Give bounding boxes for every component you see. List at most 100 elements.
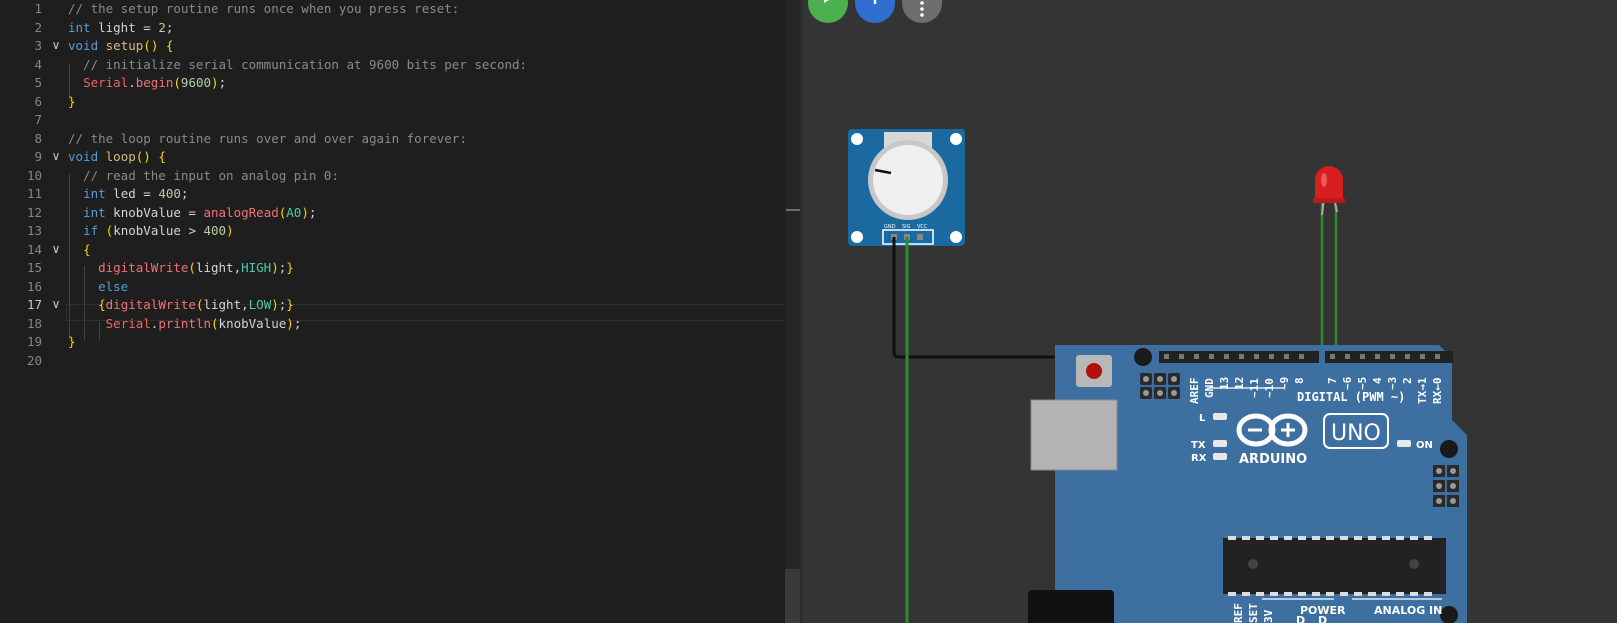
arduino-brand-text: ARDUINO bbox=[1239, 452, 1307, 467]
code-line[interactable]: 15 digitalWrite(light,HIGH);} bbox=[0, 258, 800, 277]
code-line[interactable]: 12 int knobValue = analogRead(A0); bbox=[0, 203, 800, 222]
code-text: {digitalWrite(light,LOW);} bbox=[98, 297, 294, 312]
code-line[interactable]: 11 int led = 400; bbox=[0, 184, 800, 203]
potentiometer[interactable]: GND SIG VCC bbox=[848, 129, 965, 246]
uno-label: UNO bbox=[1331, 421, 1381, 446]
pin-label-7: 7 bbox=[1326, 377, 1339, 384]
wire-led-cathode[interactable] bbox=[1114, 200, 1324, 359]
line-number: 7 bbox=[34, 112, 42, 127]
code-text: void setup() { bbox=[68, 38, 174, 53]
wire-led-anode[interactable] bbox=[1334, 205, 1407, 359]
code-line[interactable]: 3 ∨ void setup() { bbox=[0, 36, 800, 55]
code-line[interactable]: 16 else bbox=[0, 277, 800, 296]
line-number: 16 bbox=[26, 278, 42, 294]
digital-header-label: DIGITAL (PWM ~) bbox=[1297, 390, 1405, 404]
3v3-label: 3V bbox=[1262, 609, 1275, 623]
editor-scrollbar[interactable] bbox=[785, 0, 800, 623]
pin-label-3: ~3 bbox=[1386, 377, 1399, 390]
wire-gnd[interactable] bbox=[892, 237, 1114, 359]
line-number: 15 bbox=[26, 260, 42, 275]
tx-led-label: TX bbox=[1191, 440, 1206, 451]
reset-pin-label: SET bbox=[1247, 603, 1260, 623]
pot-pin-sig-label: SIG bbox=[902, 224, 911, 230]
l-led-label: L bbox=[1199, 413, 1206, 424]
code-line[interactable]: 10 // read the input on analog pin 0: bbox=[0, 166, 800, 185]
line-number: 12 bbox=[26, 204, 42, 220]
line-number: 14 bbox=[26, 241, 42, 257]
code-text: Serial.println(knobValue); bbox=[105, 315, 302, 331]
pin-label-5: ~5 bbox=[1356, 377, 1369, 390]
scrollbar-thumb[interactable] bbox=[785, 569, 800, 623]
circuit-canvas[interactable]: GND SIG VCC AREF GND 13 12 ~11 ~10 ~9 8 … bbox=[802, 0, 1617, 623]
code-text: digitalWrite(light,HIGH);} bbox=[98, 260, 294, 275]
code-line[interactable]: 13 if (knobValue > 400) bbox=[0, 221, 800, 240]
line-number: 17 bbox=[26, 297, 42, 312]
svg-text:D: D bbox=[1296, 614, 1305, 623]
code-text: void loop() { bbox=[68, 149, 166, 164]
line-number: 10 bbox=[26, 167, 42, 183]
code-line[interactable]: 20 bbox=[0, 351, 800, 370]
l-led bbox=[1213, 413, 1227, 420]
line-number: 5 bbox=[34, 75, 42, 90]
line-number: 6 bbox=[34, 93, 42, 109]
code-line[interactable]: 9 ∨ void loop() { bbox=[0, 147, 800, 166]
scrollbar-position-marker bbox=[786, 209, 800, 211]
pot-pin-gnd-label: GND bbox=[884, 224, 896, 230]
tx-led bbox=[1213, 440, 1227, 447]
fold-chevron-icon[interactable]: ∨ bbox=[49, 36, 63, 55]
code-line[interactable]: 8 // the loop routine runs over and over … bbox=[0, 129, 800, 148]
pot-pin-vcc-label: VCC bbox=[917, 224, 928, 230]
pin-label-4: 4 bbox=[1371, 377, 1384, 384]
rx-led-label: RX bbox=[1191, 453, 1207, 464]
usb-connector bbox=[1030, 399, 1118, 471]
fold-chevron-icon[interactable]: ∨ bbox=[49, 240, 63, 259]
code-text: // the setup routine runs once when you … bbox=[68, 1, 460, 16]
code-text: int light = 2; bbox=[68, 19, 174, 35]
line-number: 19 bbox=[26, 334, 42, 349]
pin-label-rx0: RX←0 bbox=[1431, 378, 1444, 405]
code-line[interactable]: 19} bbox=[0, 332, 800, 351]
line-number: 8 bbox=[34, 130, 42, 146]
pin-label-tx1: TX→1 bbox=[1416, 377, 1429, 404]
pin-label-6: ~6 bbox=[1341, 376, 1354, 390]
code-line[interactable]: 17 ∨ {digitalWrite(light,LOW);} bbox=[0, 295, 800, 314]
code-text: Serial.begin(9600); bbox=[83, 75, 227, 90]
line-number: 2 bbox=[34, 19, 42, 35]
rx-led bbox=[1213, 453, 1227, 460]
code-text: // read the input on analog pin 0: bbox=[68, 167, 339, 183]
analog-in-header-label: ANALOG IN bbox=[1374, 604, 1442, 617]
code-line[interactable]: 1 // the setup routine runs once when you… bbox=[0, 0, 800, 18]
line-number: 11 bbox=[26, 186, 42, 201]
line-number: 3 bbox=[34, 38, 42, 53]
code-line[interactable]: 5 Serial.begin(9600); bbox=[0, 73, 800, 92]
svg-text:D: D bbox=[1318, 614, 1327, 623]
code-line[interactable]: 2 int light = 2; bbox=[0, 18, 800, 37]
code-line[interactable]: 7 bbox=[0, 110, 800, 129]
line-number: 20 bbox=[26, 352, 42, 368]
code-text: else bbox=[98, 278, 129, 294]
code-text: } bbox=[68, 334, 76, 349]
arduino-board[interactable]: AREF GND 13 12 ~11 ~10 ~9 8 7 ~6 ~5 4 ~3… bbox=[1028, 345, 1467, 623]
code-line[interactable]: 18 Serial.println(knobValue); bbox=[0, 314, 800, 333]
led[interactable] bbox=[1313, 166, 1345, 216]
line-number: 4 bbox=[34, 56, 42, 72]
power-jack bbox=[1028, 590, 1114, 623]
pin-label-8: 8 bbox=[1293, 377, 1306, 384]
circuit-diagram: GND SIG VCC AREF GND 13 12 ~11 ~10 ~9 8 … bbox=[848, 129, 1467, 623]
code-line[interactable]: 4 // initialize serial communication at … bbox=[0, 55, 800, 74]
code-line[interactable]: 14 ∨ { bbox=[0, 240, 800, 259]
fold-chevron-icon[interactable]: ∨ bbox=[49, 295, 63, 314]
code-text: { bbox=[83, 241, 91, 257]
line-number: 18 bbox=[26, 315, 42, 331]
on-led-label: ON bbox=[1416, 440, 1433, 451]
pin-label-aref: AREF bbox=[1188, 378, 1201, 405]
fold-chevron-icon[interactable]: ∨ bbox=[49, 147, 63, 166]
code-editor[interactable]: 1 // the setup routine runs once when you… bbox=[0, 0, 801, 623]
line-number: 13 bbox=[26, 223, 42, 238]
code-line[interactable]: 6} bbox=[0, 92, 800, 111]
ioref-label: REF bbox=[1232, 603, 1245, 623]
line-number: 9 bbox=[34, 149, 42, 164]
code-text: // initialize serial communication at 96… bbox=[68, 56, 528, 72]
code-text: } bbox=[68, 93, 76, 109]
code-text: int led = 400; bbox=[83, 186, 189, 201]
